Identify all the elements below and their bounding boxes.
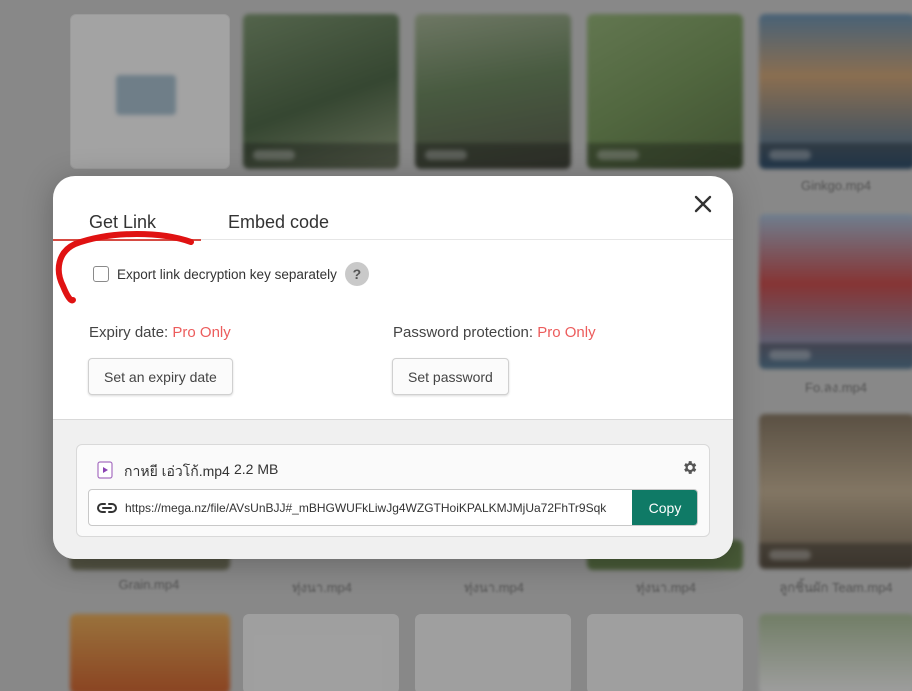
password-protection-text: Password protection:: [393, 324, 534, 341]
export-key-label: Export link decryption key separately: [117, 266, 337, 282]
file-name: กาหยี เอ่วโก้.mp4: [124, 463, 230, 479]
password-protection-label: Password protection: Pro Only: [393, 324, 596, 341]
video-file-icon: [97, 461, 113, 479]
link-icon: [97, 503, 117, 513]
link-card: กาหยี เอ่วโก้.mp4 2.2 MB https://mega.nz…: [76, 444, 710, 537]
password-pro-badge: Pro Only: [537, 324, 596, 341]
expiry-pro-badge: Pro Only: [172, 324, 231, 341]
tab-embed-code[interactable]: Embed code: [228, 212, 329, 233]
tab-get-link[interactable]: Get Link: [89, 212, 156, 233]
export-key-checkbox[interactable]: [93, 266, 109, 282]
dialog-tabs: Get Link Embed code: [53, 176, 733, 241]
export-key-option: Export link decryption key separately ?: [93, 262, 369, 286]
link-footer: กาหยี เอ่วโก้.mp4 2.2 MB https://mega.nz…: [53, 419, 733, 559]
get-link-dialog: Get Link Embed code Export link decrypti…: [53, 176, 733, 559]
expiry-date-label: Expiry date: Pro Only: [89, 324, 231, 341]
link-url-field[interactable]: https://mega.nz/file/AVsUnBJJ#_mBHGWUFkL…: [88, 489, 698, 526]
gear-icon[interactable]: [681, 459, 698, 476]
file-size: 2.2 MB: [234, 461, 279, 477]
active-tab-indicator: [53, 239, 201, 241]
help-icon[interactable]: ?: [344, 262, 369, 286]
expiry-date-text: Expiry date:: [89, 324, 169, 341]
set-password-button[interactable]: Set password: [392, 358, 509, 395]
close-icon[interactable]: [691, 192, 715, 216]
set-expiry-date-button[interactable]: Set an expiry date: [88, 358, 233, 395]
copy-button[interactable]: Copy: [632, 490, 697, 525]
link-url-text[interactable]: https://mega.nz/file/AVsUnBJJ#_mBHGWUFkL…: [125, 501, 625, 515]
